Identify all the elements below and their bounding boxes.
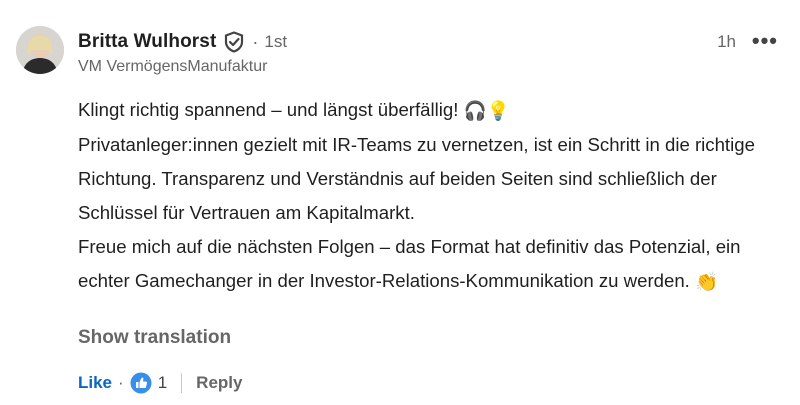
clapping-hands-icon: 👏 <box>695 271 719 293</box>
thumbs-up-icon[interactable] <box>130 372 152 394</box>
comment-header: Britta Wulhorst · 1st VM VermögensManufa… <box>78 29 780 76</box>
show-translation-button[interactable]: Show translation <box>78 327 231 349</box>
separator-dot: · <box>252 31 259 52</box>
comment-line-3: Freue mich auf die nächsten Folgen – das… <box>78 236 741 292</box>
comment-line-2: Privatanleger:innen gezielt mit IR-Teams… <box>78 134 755 224</box>
avatar-image <box>16 26 64 74</box>
more-options-icon[interactable]: ••• <box>752 28 778 54</box>
action-divider <box>181 373 183 393</box>
author-headline: VM VermögensManufaktur <box>78 58 268 75</box>
comment-actions: Like · 1 Reply <box>78 370 242 396</box>
connection-degree: 1st <box>264 32 288 51</box>
reply-button[interactable]: Reply <box>196 373 242 393</box>
comment-body: Klingt richtig spannend – und längst übe… <box>78 93 778 299</box>
like-button[interactable]: Like <box>78 373 112 393</box>
comment-line-1: Klingt richtig spannend – und längst übe… <box>78 99 459 120</box>
lightbulb-icon: 💡 <box>486 100 510 122</box>
author-name[interactable]: Britta Wulhorst <box>78 31 216 53</box>
avatar[interactable] <box>16 26 64 74</box>
shield-check-icon <box>224 31 244 53</box>
headphones-icon: 🎧 <box>463 100 487 122</box>
separator-dot: · <box>118 373 124 392</box>
reaction-count[interactable]: 1 <box>158 373 167 393</box>
timestamp: 1h <box>717 32 736 51</box>
